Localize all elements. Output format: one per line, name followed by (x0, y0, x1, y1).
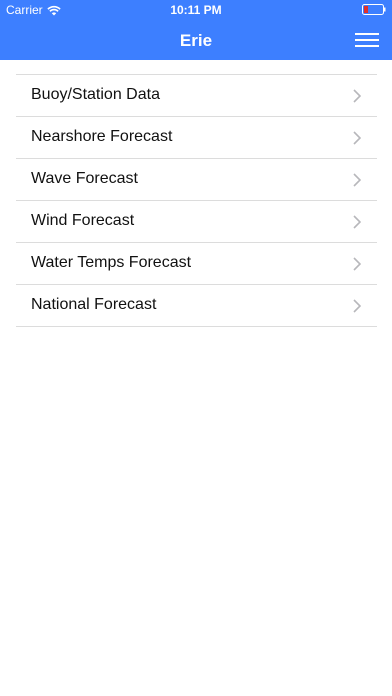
forecast-menu-list: Buoy/Station Data Nearshore Forecast Wav… (16, 74, 377, 327)
page-title: Erie (179, 31, 213, 50)
hamburger-menu-button[interactable] (355, 30, 379, 50)
battery-icon (362, 4, 386, 15)
chevron-right-icon (353, 89, 361, 103)
chevron-right-icon (353, 173, 361, 187)
list-item-wind-forecast[interactable]: Wind Forecast (16, 201, 377, 243)
list-item-label: Nearshore Forecast (31, 128, 173, 145)
chevron-right-icon (353, 215, 361, 229)
hamburger-menu-icon (355, 33, 379, 47)
list-item-label: Wind Forecast (31, 212, 135, 229)
list-item-label: Wave Forecast (31, 170, 138, 187)
list-item-wave-forecast[interactable]: Wave Forecast (16, 159, 377, 201)
list-item-label: Buoy/Station Data (31, 86, 160, 103)
chevron-right-icon (353, 299, 361, 313)
chevron-right-icon (353, 131, 361, 145)
list-item-label: Water Temps Forecast (31, 254, 192, 271)
chevron-right-icon (353, 257, 361, 271)
list-item-label: National Forecast (31, 296, 157, 313)
list-item-national-forecast[interactable]: National Forecast (16, 285, 377, 327)
list-item-nearshore-forecast[interactable]: Nearshore Forecast (16, 117, 377, 159)
status-bar: Carrier 10:11 PM (0, 0, 392, 20)
nav-bar: Carrier 10:11 PM Erie (0, 0, 392, 60)
list-item-water-temps-forecast[interactable]: Water Temps Forecast (16, 243, 377, 285)
status-time: 10:11 PM (170, 3, 222, 17)
list-item-buoy-station-data[interactable]: Buoy/Station Data (16, 75, 377, 117)
